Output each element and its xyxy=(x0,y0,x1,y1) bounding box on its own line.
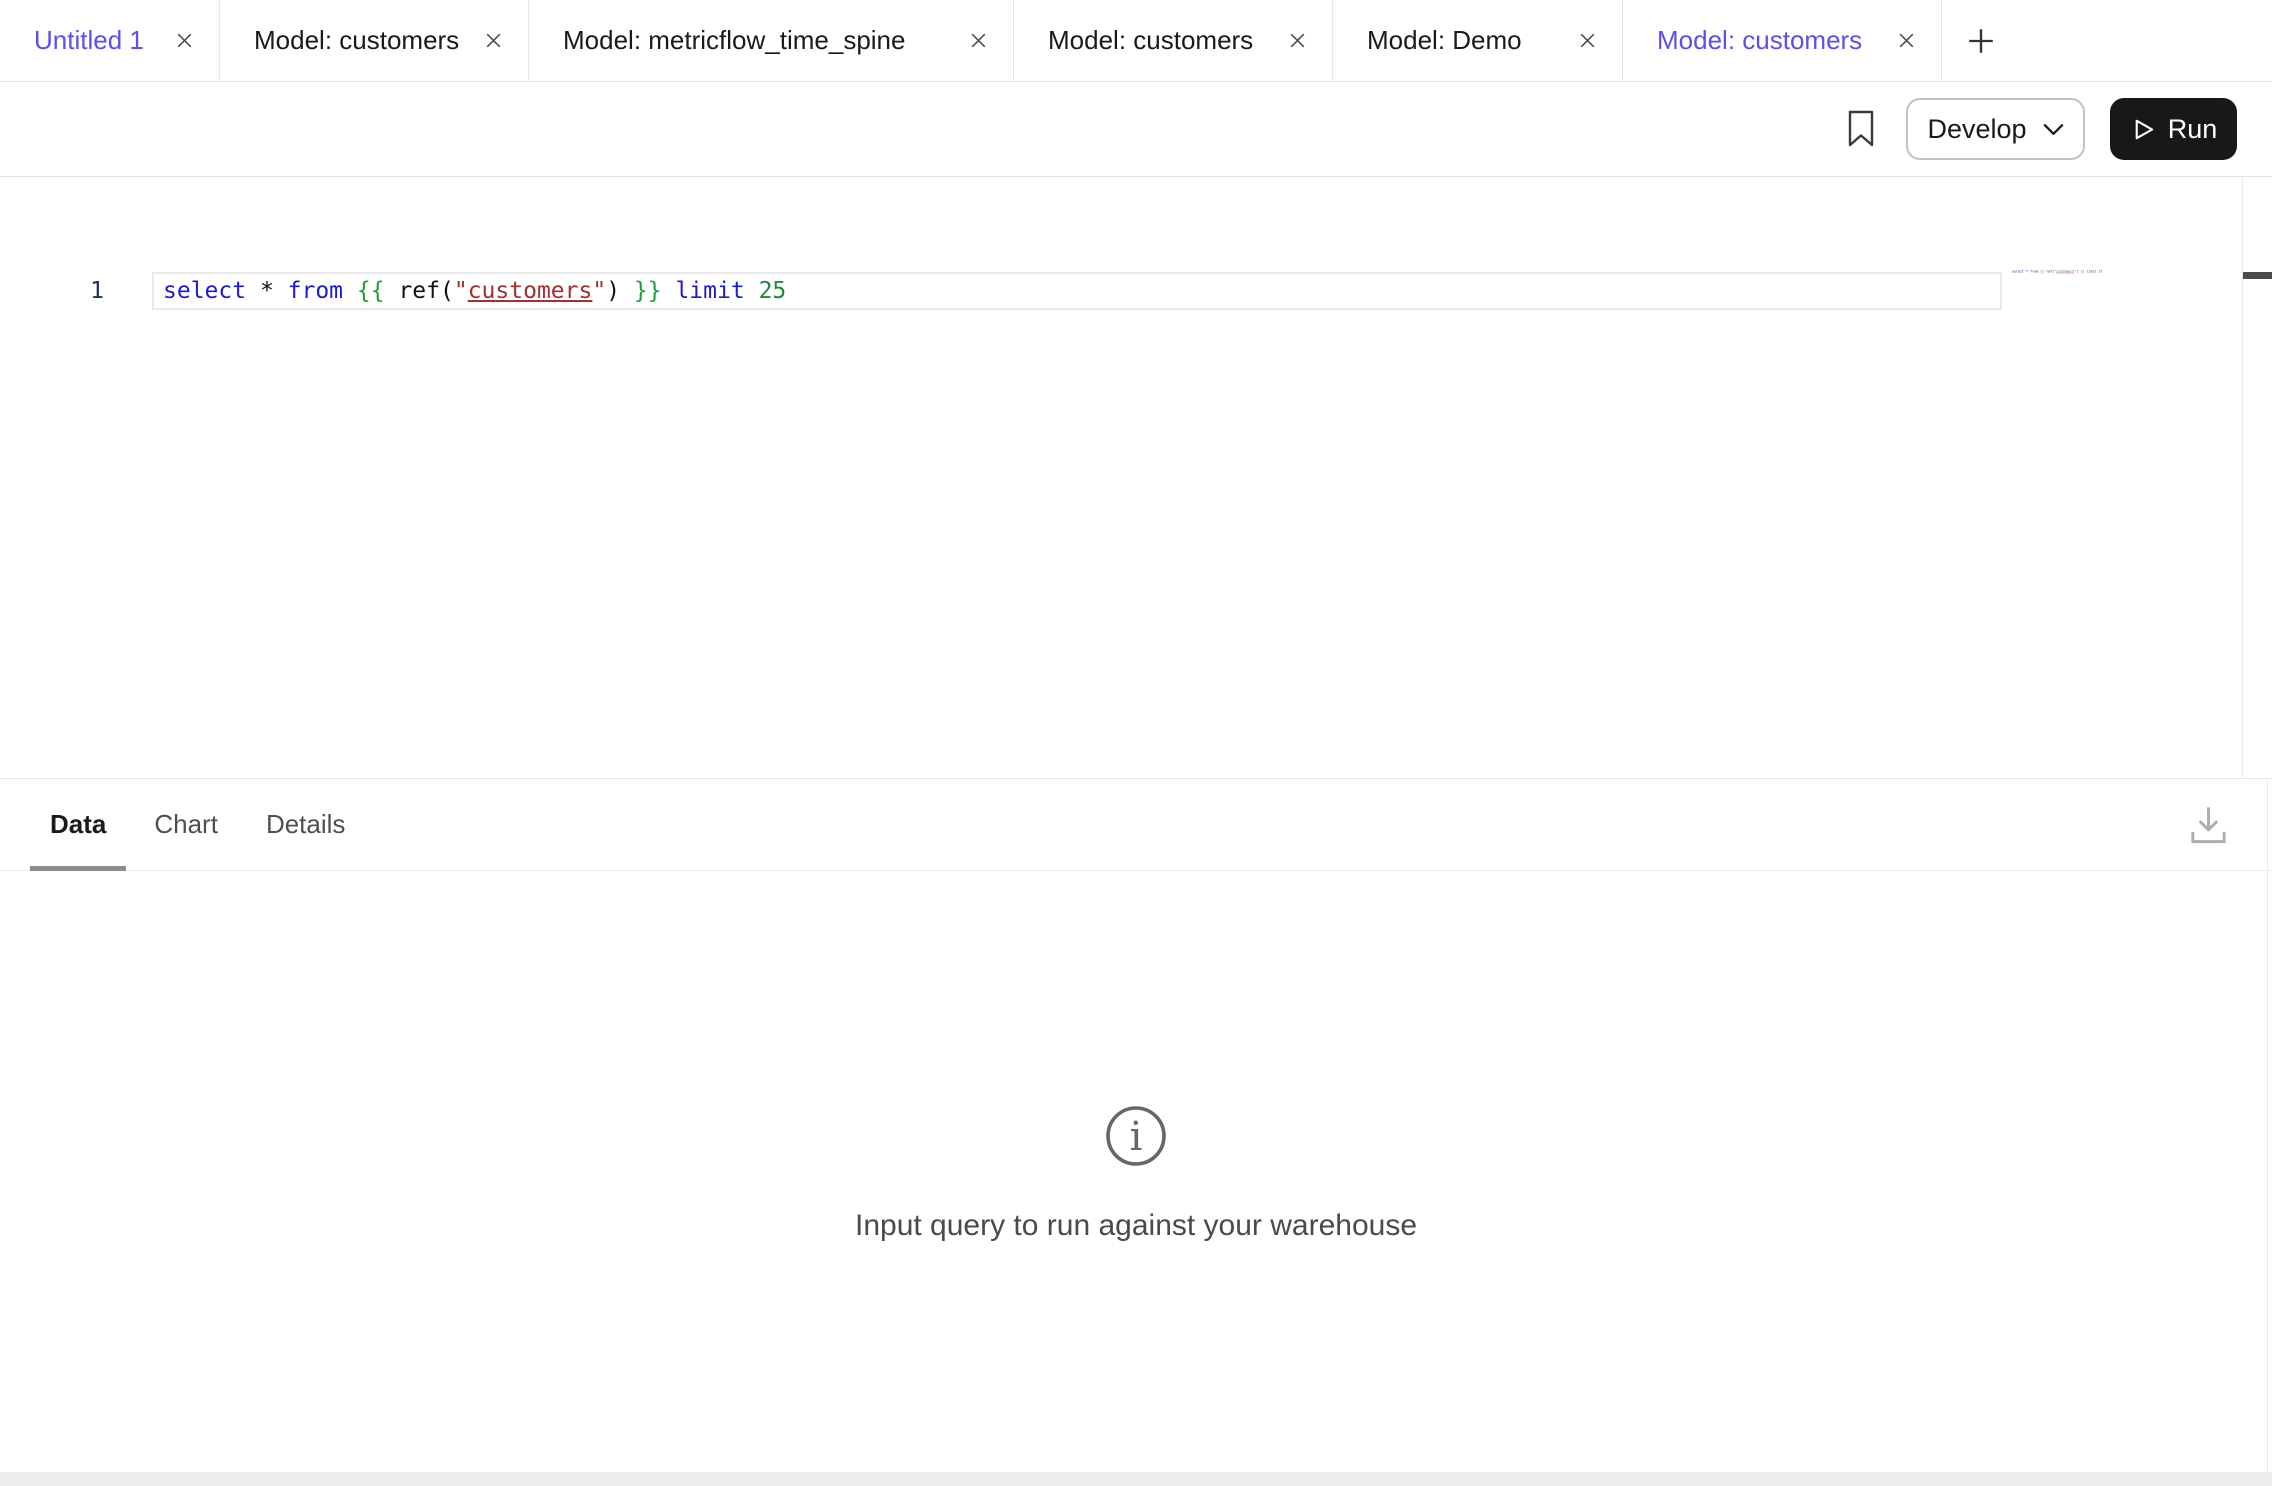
tab-label: Model: metricflow_time_spine xyxy=(563,25,905,56)
editor-tab-bar: Untitled 1 Model: customers Model: metri… xyxy=(0,0,2272,82)
develop-label: Develop xyxy=(1927,114,2026,145)
tab-model-metricflow-time-spine[interactable]: Model: metricflow_time_spine xyxy=(529,0,1014,81)
code-token: " xyxy=(592,278,606,304)
code-token: from xyxy=(288,278,343,304)
tab-label: Model: customers xyxy=(1048,25,1253,56)
play-icon xyxy=(2130,117,2155,142)
download-icon xyxy=(2185,802,2232,848)
code-token: 25 xyxy=(759,278,787,304)
tab-chart[interactable]: Chart xyxy=(154,779,218,870)
run-button[interactable]: Run xyxy=(2110,98,2237,160)
minimap-code-line: select * from {{ ref("customers") }} lim… xyxy=(2012,270,2114,273)
code-token: " xyxy=(454,278,468,304)
add-tab-button[interactable] xyxy=(1942,0,2020,81)
line-number: 1 xyxy=(58,272,104,310)
code-token xyxy=(343,278,357,304)
tab-label: Model: customers xyxy=(1657,25,1862,56)
code-token: ref( xyxy=(385,278,454,304)
toolbar: Develop Run xyxy=(0,82,2272,177)
close-icon[interactable] xyxy=(483,30,504,51)
results-right-divider xyxy=(2267,779,2268,1486)
sql-code-editor[interactable]: 1 select * from {{ ref("customers") }} l… xyxy=(0,178,2272,778)
tab-model-customers-2[interactable]: Model: customers xyxy=(1014,0,1333,81)
svg-text:i: i xyxy=(1130,1114,1143,1160)
plus-icon xyxy=(1966,26,1996,56)
close-icon[interactable] xyxy=(1896,30,1917,51)
results-empty-state: i Input query to run against your wareho… xyxy=(0,1104,2272,1243)
tab-details-label: Details xyxy=(266,809,345,840)
code-line[interactable]: select * from {{ ref("customers") }} lim… xyxy=(163,272,786,310)
close-icon[interactable] xyxy=(1287,30,1308,51)
close-icon[interactable] xyxy=(174,30,195,51)
tab-chart-label: Chart xyxy=(154,809,218,840)
code-token xyxy=(662,278,676,304)
code-token: }} xyxy=(634,278,662,304)
run-label: Run xyxy=(2168,114,2218,145)
tab-details[interactable]: Details xyxy=(266,779,345,870)
editor-scrollbar-track xyxy=(2242,178,2272,778)
bottom-scrollbar-track[interactable] xyxy=(0,1472,2272,1486)
code-token: {{ xyxy=(357,278,385,304)
editor-minimap: select * from {{ ref("customers") }} lim… xyxy=(2012,270,2122,280)
close-icon[interactable] xyxy=(1577,30,1598,51)
bookmark-icon xyxy=(1846,109,1876,149)
bookmark-button[interactable] xyxy=(1846,109,1876,149)
chevron-down-icon xyxy=(2043,123,2064,136)
tab-label: Model: customers xyxy=(254,25,459,56)
tab-data[interactable]: Data xyxy=(50,779,106,870)
develop-button[interactable]: Develop xyxy=(1906,98,2085,160)
results-panel: Data Chart Details i Input query to run … xyxy=(0,778,2272,1486)
info-icon: i xyxy=(1104,1104,1168,1168)
code-token: limit xyxy=(675,278,744,304)
code-token: ) xyxy=(606,278,634,304)
tab-label: Untitled 1 xyxy=(34,25,144,56)
tab-untitled-1[interactable]: Untitled 1 xyxy=(0,0,220,81)
results-tab-bar: Data Chart Details xyxy=(0,779,2272,871)
code-token-ref-link[interactable]: customers xyxy=(468,278,593,304)
tab-model-customers-3[interactable]: Model: customers xyxy=(1623,0,1942,81)
tab-model-demo[interactable]: Model: Demo xyxy=(1333,0,1623,81)
tab-label: Model: Demo xyxy=(1367,25,1522,56)
empty-state-message: Input query to run against your warehous… xyxy=(0,1209,2272,1243)
code-token: * xyxy=(246,278,288,304)
close-icon[interactable] xyxy=(968,30,989,51)
download-button[interactable] xyxy=(2185,802,2232,848)
editor-scrollbar-thumb[interactable] xyxy=(2243,272,2272,279)
code-token: select xyxy=(163,278,246,304)
tab-model-customers-1[interactable]: Model: customers xyxy=(220,0,529,81)
code-token xyxy=(745,278,759,304)
tab-data-label: Data xyxy=(50,809,106,840)
